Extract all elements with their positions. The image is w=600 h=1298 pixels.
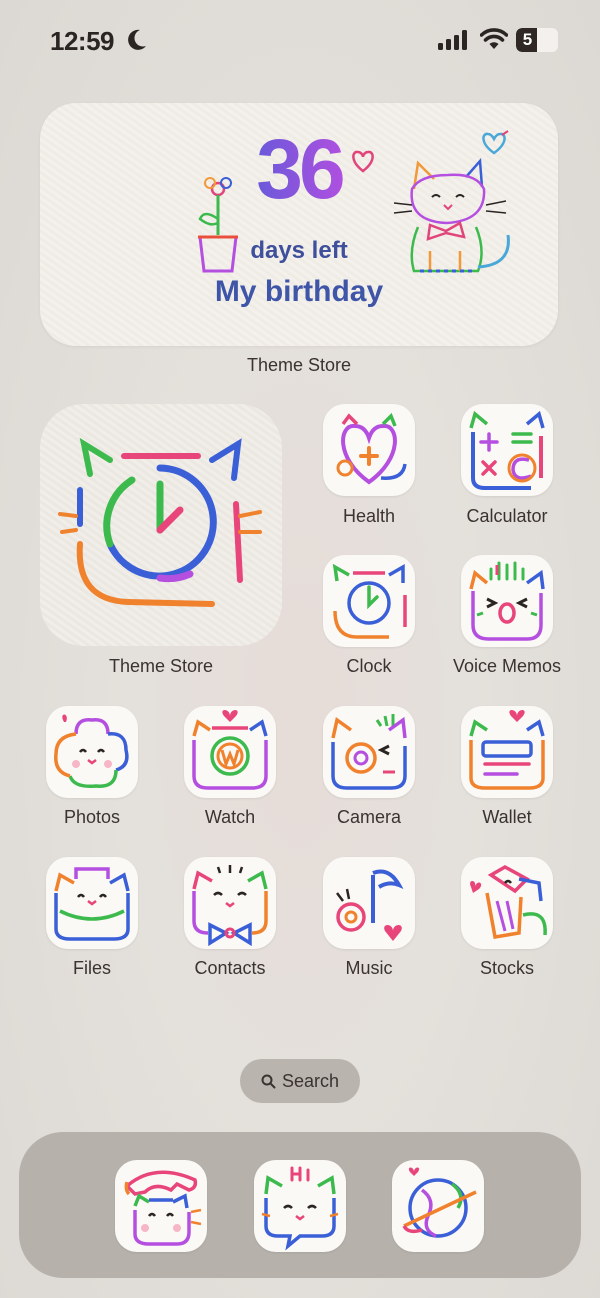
wifi-icon: [480, 28, 508, 49]
calculator-cat-icon: [469, 410, 545, 490]
watch-cat-icon: [192, 710, 268, 790]
widget-label: Theme Store: [246, 355, 352, 375]
app-label-calculator: Calculator: [466, 506, 548, 526]
wallet-cat-icon: [469, 710, 545, 790]
music-note-icon: [336, 869, 404, 941]
phone-cat-icon: [124, 1170, 202, 1246]
folder-cat-icon: [54, 867, 130, 941]
camera-cat-icon: [331, 714, 407, 790]
flower-pot-icon: [198, 177, 238, 273]
dock-app-phone[interactable]: [115, 1160, 207, 1252]
dock-app-safari[interactable]: [392, 1160, 484, 1252]
app-stocks[interactable]: [461, 857, 553, 949]
app-health[interactable]: [323, 404, 415, 496]
app-watch[interactable]: [184, 706, 276, 798]
app-label-music: Music: [345, 958, 393, 978]
dock: [19, 1132, 581, 1278]
theme-store-large-icon[interactable]: [40, 404, 282, 646]
app-label-voice-memos: Voice Memos: [452, 656, 562, 676]
app-label-camera: Camera: [336, 807, 402, 827]
app-label-watch: Watch: [204, 807, 256, 827]
clock-cat-icon: [58, 437, 262, 607]
clock-cat-icon: [332, 563, 407, 639]
voice-memo-cat-icon: [469, 561, 545, 641]
app-label-contacts: Contacts: [194, 958, 266, 978]
globe-icon: [402, 1167, 477, 1238]
heart-icon-blue: [482, 130, 509, 155]
app-label-health: Health: [342, 506, 396, 526]
app-label-photos: Photos: [63, 807, 121, 827]
app-label-files: Files: [72, 958, 111, 978]
messages-cat-icon: [261, 1166, 339, 1251]
app-contacts[interactable]: [184, 857, 276, 949]
app-wallet[interactable]: [461, 706, 553, 798]
app-label-stocks: Stocks: [479, 958, 535, 978]
app-clock[interactable]: [323, 555, 415, 647]
countdown-widget[interactable]: 36 days left My birthday: [40, 103, 558, 346]
app-calculator[interactable]: [461, 404, 553, 496]
app-photos[interactable]: [46, 706, 138, 798]
battery-level: 5: [522, 30, 533, 49]
app-voice-memos[interactable]: [461, 555, 553, 647]
chart-cat-icon: [470, 864, 547, 940]
moon-icon: [128, 29, 146, 50]
heart-icon: [352, 150, 374, 173]
cellular-signal-icon: [438, 30, 467, 50]
dock-app-messages[interactable]: [254, 1160, 346, 1252]
flower-cat-icon: [54, 714, 129, 789]
large-icon-label: Theme Store: [108, 656, 214, 676]
heart-cat-icon: [336, 412, 407, 485]
bowtie-cat-icon: [192, 865, 268, 947]
app-music[interactable]: [323, 857, 415, 949]
search-icon: [261, 1074, 276, 1088]
status-time: 12:59: [50, 26, 115, 56]
status-bar: 12:59 5: [0, 0, 600, 80]
search-button[interactable]: Search: [240, 1059, 360, 1103]
app-files[interactable]: [46, 857, 138, 949]
app-label-wallet: Wallet: [482, 807, 532, 827]
app-camera[interactable]: [323, 706, 415, 798]
search-label: Search: [281, 1070, 340, 1091]
battery-icon: 5: [516, 28, 558, 52]
cat-illustration: [393, 157, 510, 273]
app-label-clock: Clock: [346, 656, 392, 676]
countdown-event-text: My birthday: [214, 275, 384, 308]
